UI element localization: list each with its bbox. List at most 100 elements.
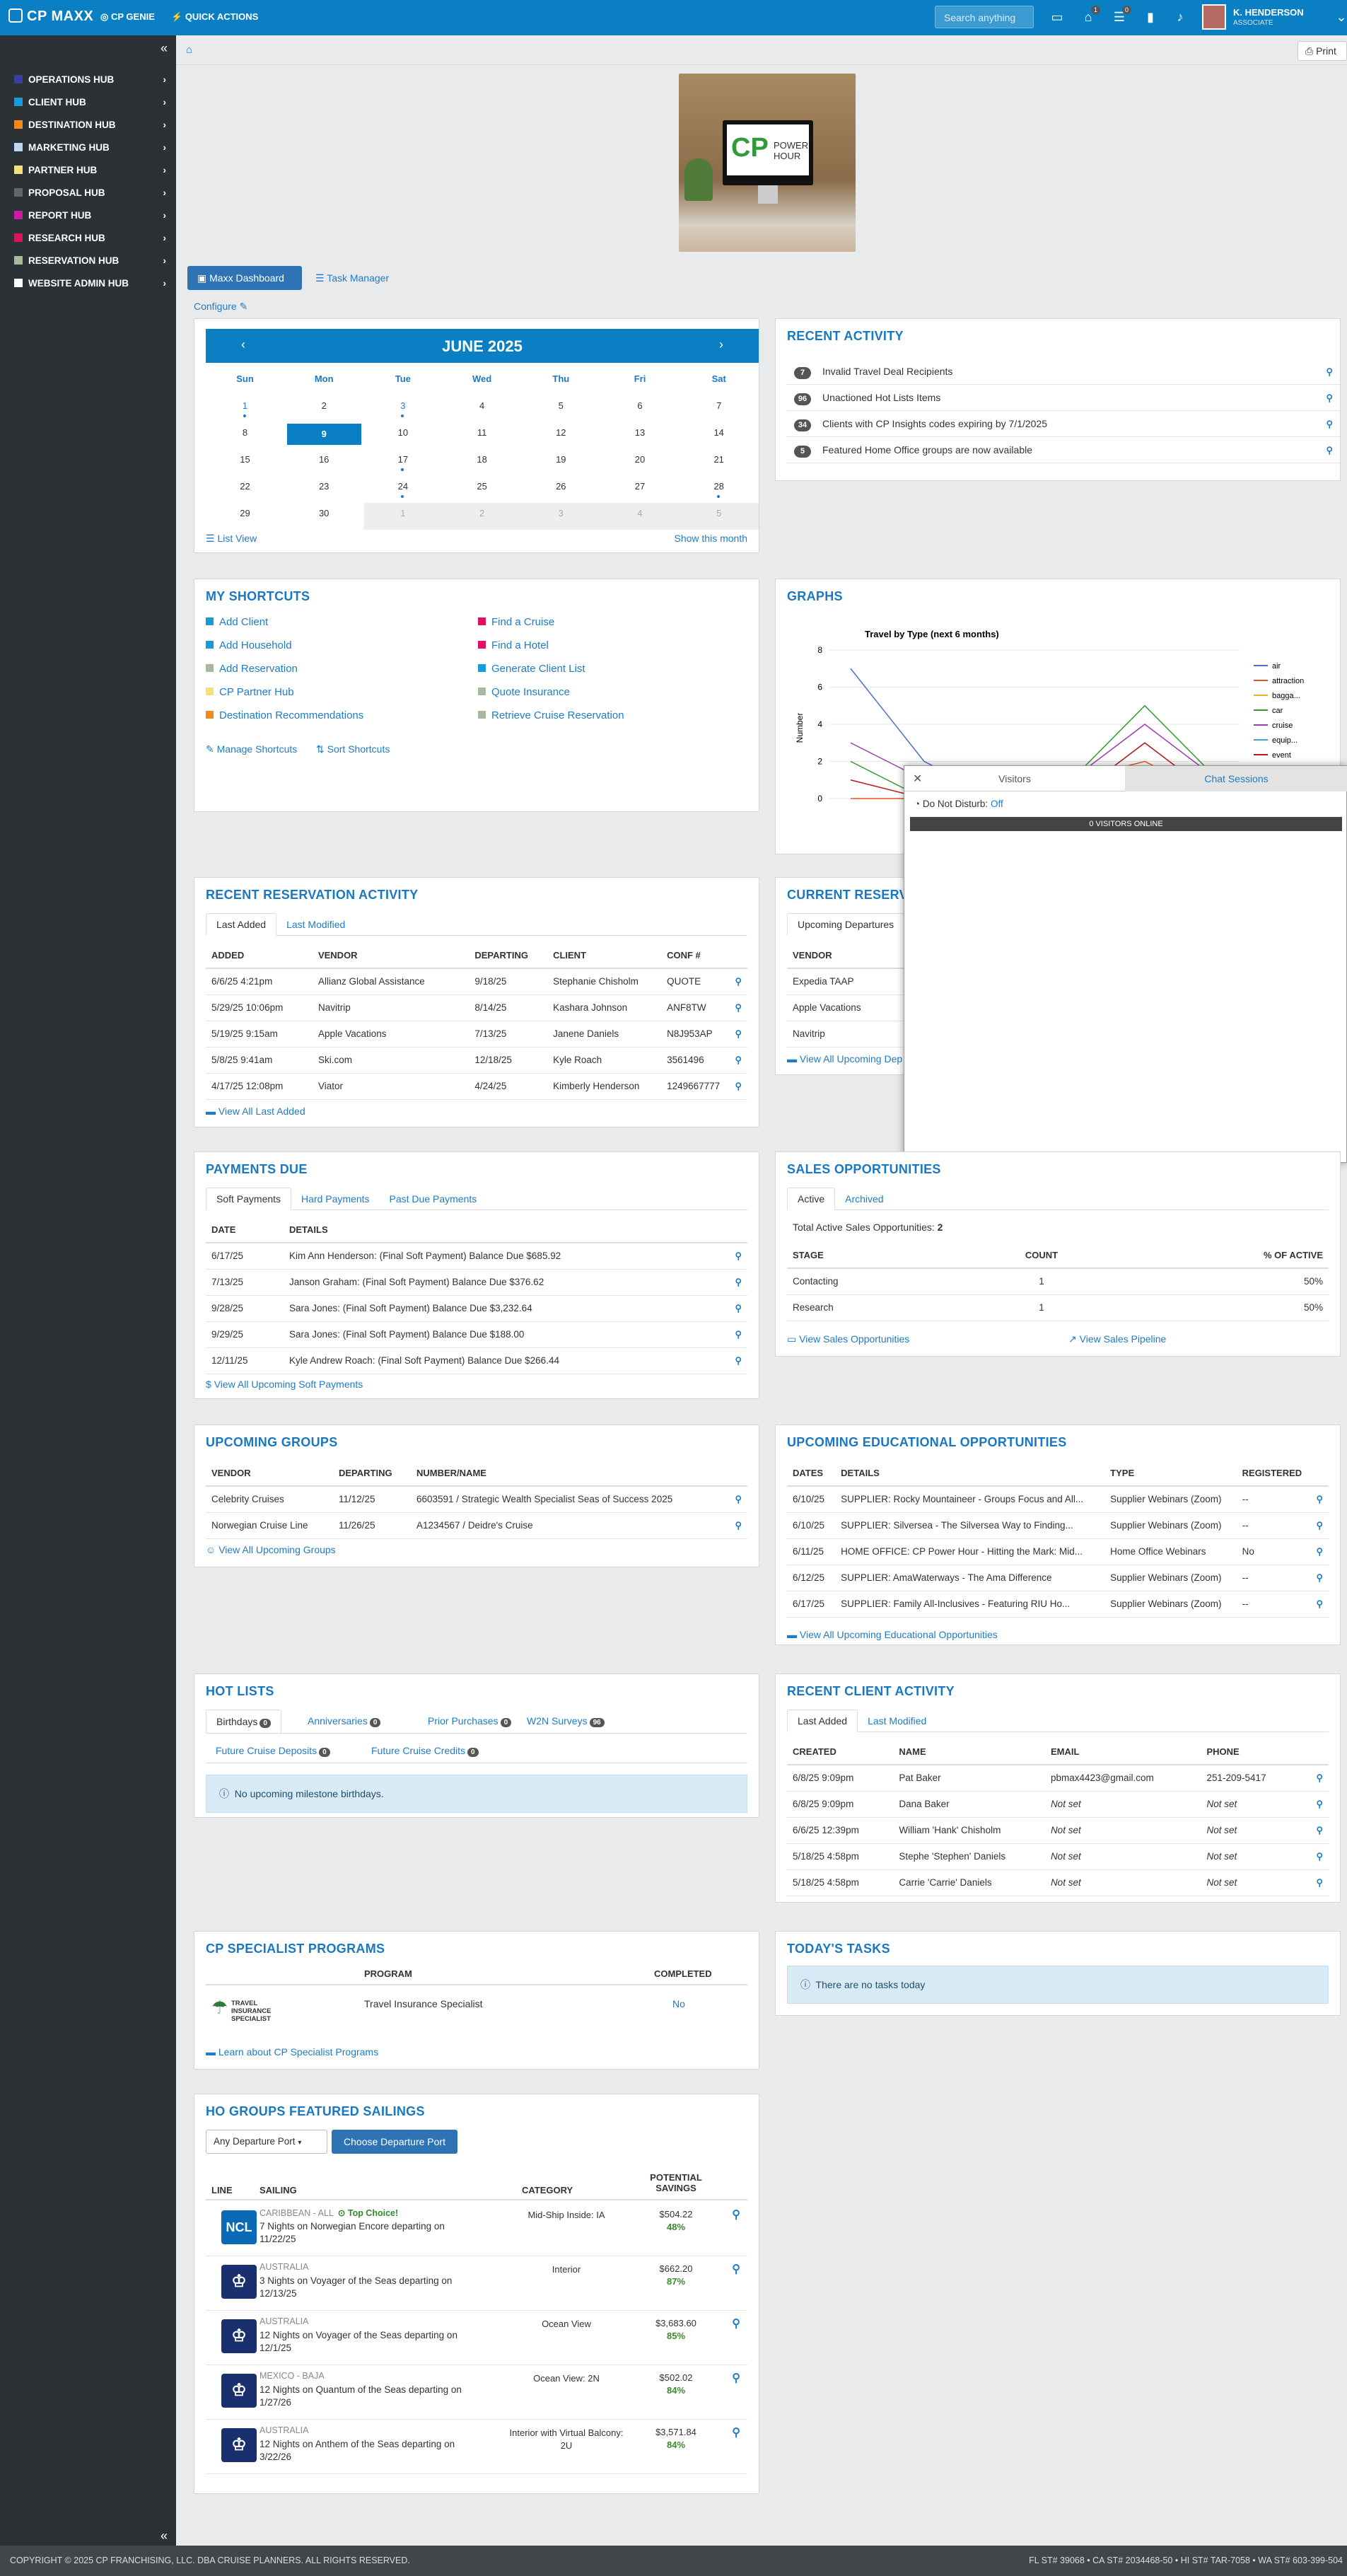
tab-hotlist-anniversaries[interactable]: Anniversaries 0 <box>298 1710 390 1734</box>
shortcut-add-household[interactable]: Add Household <box>206 639 292 655</box>
calendar-day[interactable]: 29 <box>206 503 284 530</box>
table-row[interactable]: 6/10/25 SUPPLIER: Rocky Mountaineer - Gro… <box>787 1486 1329 1513</box>
power-hour-banner[interactable]: CP POWER HOUR <box>679 74 856 252</box>
calendar-day[interactable]: 22 <box>206 476 284 503</box>
search-icon[interactable]: ⚲ <box>1316 1494 1323 1504</box>
table-row[interactable]: 5/18/25 4:58pm Stephe 'Stephen' Daniels No… <box>787 1843 1329 1870</box>
row-action[interactable]: ⚲ <box>726 1347 747 1374</box>
tab-clients-last-modified[interactable]: Last Modified <box>858 1710 936 1733</box>
show-month-link[interactable]: Show this month <box>675 533 748 544</box>
calendar-day[interactable]: 18 <box>443 449 521 476</box>
tab-past-due-payments[interactable]: Past Due Payments <box>380 1188 487 1211</box>
calendar-day[interactable]: 4 <box>601 503 680 530</box>
calendar-day[interactable]: 2 <box>443 503 521 530</box>
table-row[interactable]: 4/17/25 12:08pm Viator 4/24/25 Kimberly Hen… <box>206 1073 747 1100</box>
table-row[interactable]: Contacting 1 50% <box>787 1268 1329 1295</box>
table-row[interactable]: 6/17/25 SUPPLIER: Family All-Inclusives -… <box>787 1591 1329 1618</box>
table-row[interactable]: 5/19/25 9:15am Apple Vacations 7/13/25 Jane… <box>206 1021 747 1048</box>
sidebar-item-client-hub[interactable]: CLIENT HUB › <box>14 92 166 113</box>
search-input[interactable]: Search anything <box>935 6 1034 28</box>
sidebar-item-operations-hub[interactable]: OPERATIONS HUB › <box>14 69 166 91</box>
row-action[interactable]: ⚲ <box>725 1021 747 1048</box>
search-icon[interactable]: ⚲ <box>735 1081 742 1091</box>
calendar-day[interactable]: 1 <box>363 503 442 530</box>
search-icon[interactable]: ⚲ <box>1316 1599 1323 1609</box>
search-icon[interactable]: ⚲ <box>735 1055 742 1065</box>
table-row[interactable]: 6/6/25 12:39pm William 'Hank' Chisholm Not… <box>787 1817 1329 1844</box>
table-row[interactable]: 7/13/25 Janson Graham: (Final Soft Paymen… <box>206 1269 747 1296</box>
calendar-day[interactable]: 30 <box>285 503 363 530</box>
table-row[interactable]: 5/18/25 4:58pm Carrie 'Carrie' Daniels Not… <box>787 1869 1329 1896</box>
calendar-day[interactable]: 25 <box>443 476 521 503</box>
calendar-day[interactable]: 13 <box>601 422 680 449</box>
tab-hotlist-prior-purchases[interactable]: Prior Purchases 0 <box>418 1710 521 1734</box>
shortcut-quote-insurance[interactable]: Quote Insurance <box>478 686 570 702</box>
sidebar-item-proposal-hub[interactable]: PROPOSAL HUB › <box>14 182 166 204</box>
view-sales-ops-link[interactable]: ▭ View Sales Opportunities <box>787 1333 909 1345</box>
calendar-day[interactable]: 8 <box>206 422 284 449</box>
search-icon[interactable]: ⚲ <box>732 2262 740 2276</box>
table-row[interactable]: Research 1 50% <box>787 1294 1329 1321</box>
row-action[interactable]: ⚲ <box>725 1073 747 1100</box>
view-groups-link[interactable]: ☺ View All Upcoming Groups <box>206 1544 336 1555</box>
table-row[interactable]: 6/11/25 HOME OFFICE: CP Power Hour - Hitt… <box>787 1538 1329 1565</box>
row-action[interactable]: ⚲ <box>725 994 747 1021</box>
calendar-day[interactable]: 5 <box>680 503 758 530</box>
shortcut-add-client[interactable]: Add Client <box>206 616 268 632</box>
table-row[interactable]: 9/29/25 Sara Jones: (Final Soft Payment) … <box>206 1321 747 1348</box>
table-row[interactable]: 6/10/25 SUPPLIER: Silversea - The Silvers… <box>787 1512 1329 1539</box>
shortcut-find-a-hotel[interactable]: Find a Hotel <box>478 639 549 655</box>
search-icon[interactable]: ⚲ <box>735 1520 742 1531</box>
search-icon[interactable]: ⚲ <box>1316 1799 1323 1809</box>
calendar-day[interactable]: 26 <box>522 476 600 503</box>
calendar-day[interactable]: 5 <box>522 395 600 422</box>
search-icon[interactable]: ⚲ <box>1326 411 1333 437</box>
search-icon[interactable]: ⚲ <box>735 976 742 987</box>
sidebar-item-partner-hub[interactable]: PARTNER HUB › <box>14 160 166 181</box>
row-action[interactable]: ⚲ <box>726 1486 747 1513</box>
search-icon[interactable]: ⚲ <box>1316 1773 1323 1783</box>
tab-hotlist-w2n-surveys[interactable]: W2N Surveys 96 <box>517 1710 614 1734</box>
table-row[interactable]: 6/8/25 9:09pm Dana Baker Not set Not set ⚲ <box>787 1791 1329 1818</box>
tab-last-added[interactable]: Last Added <box>206 913 277 936</box>
cp-genie-link[interactable]: ◎ CP GENIE <box>100 11 155 23</box>
calendar-day[interactable]: 24 <box>363 476 442 503</box>
sailing-row[interactable]: ♔ MEXICO - BAJA 12 Nights on Quantum of th… <box>206 2365 747 2420</box>
row-action[interactable]: ⚲ <box>1307 1538 1329 1565</box>
calendar-day[interactable]: 14 <box>680 422 758 449</box>
row-action[interactable]: ⚲ <box>725 1047 747 1074</box>
tab-hotlist-birthdays[interactable]: Birthdays 0 <box>206 1710 281 1734</box>
choose-port-button[interactable]: Choose Departure Port <box>332 2130 457 2154</box>
maxx-dashboard-tab[interactable]: ▣ Maxx Dashboard <box>187 266 302 290</box>
search-icon[interactable]: ⚲ <box>1316 1520 1323 1531</box>
row-action[interactable]: ⚲ <box>1307 1869 1329 1896</box>
view-soft-payments-link[interactable]: $ View All Upcoming Soft Payments <box>206 1379 363 1390</box>
sailing-row[interactable]: ♔ AUSTRALIA 3 Nights on Voyager of the Sea… <box>206 2256 747 2311</box>
table-row[interactable]: 12/11/25 Kyle Andrew Roach: (Final Soft P… <box>206 1347 747 1374</box>
table-row[interactable]: 6/12/25 SUPPLIER: AmaWaterways - The Ama … <box>787 1565 1329 1591</box>
search-icon[interactable]: ⚲ <box>735 1329 742 1340</box>
tab-hotlist-future-cruise-credits[interactable]: Future Cruise Credits 0 <box>361 1739 489 1763</box>
row-action[interactable]: ⚲ <box>726 1243 747 1270</box>
row-action[interactable]: ⚲ <box>1307 1565 1329 1591</box>
calendar-day[interactable]: 11 <box>443 422 521 449</box>
search-icon[interactable]: ⚲ <box>735 1002 742 1013</box>
table-row[interactable]: 5/8/25 9:41am Ski.com 12/18/25 Kyle Roach 35… <box>206 1047 747 1074</box>
search-icon[interactable]: ⚲ <box>735 1277 742 1287</box>
task-manager-tab[interactable]: ☰ Task Manager <box>315 266 389 290</box>
row-action[interactable]: ⚲ <box>725 968 747 995</box>
row-action[interactable]: ⚲ <box>726 1295 747 1322</box>
print-button[interactable]: ⎙ Print <box>1298 41 1347 61</box>
program-completed[interactable]: No <box>672 1998 685 2009</box>
shortcut-cp-partner-hub[interactable]: CP Partner Hub <box>206 686 294 702</box>
calendar-day[interactable]: 12 <box>522 422 600 449</box>
shortcut-retrieve-cruise-reservation[interactable]: Retrieve Cruise Reservation <box>478 709 624 725</box>
search-icon[interactable]: ⚲ <box>1326 385 1333 411</box>
bell-icon[interactable]: ♪ <box>1172 10 1188 25</box>
sidebar-item-research-hub[interactable]: RESEARCH HUB › <box>14 228 166 249</box>
calendar-day[interactable]: 16 <box>285 449 363 476</box>
list-view-link[interactable]: ☰ List View <box>206 533 257 545</box>
search-icon[interactable]: ⚲ <box>1316 1825 1323 1835</box>
quick-actions-link[interactable]: ⚡ QUICK ACTIONS <box>171 11 258 23</box>
tab-last-modified[interactable]: Last Modified <box>276 914 355 936</box>
